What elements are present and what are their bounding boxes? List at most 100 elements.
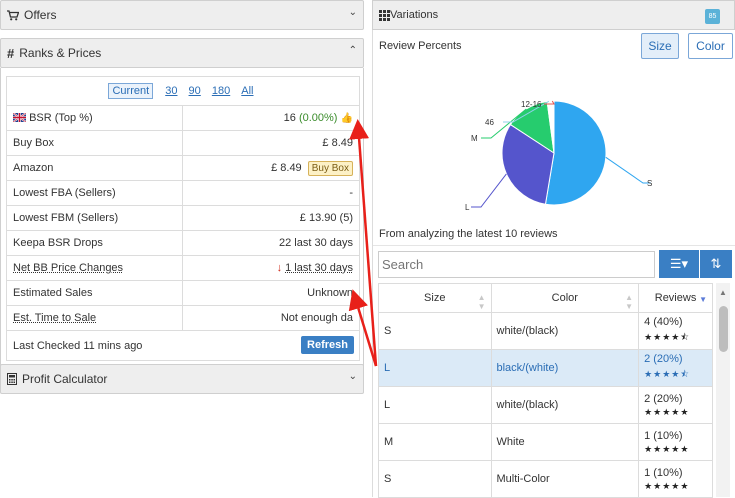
lowest-fbm-value: £ 13.90 (5) bbox=[183, 206, 360, 231]
pie-label: L bbox=[465, 203, 470, 212]
table-row[interactable]: M White 1 (10%) ★★★★★ bbox=[379, 424, 713, 461]
star-rating: ★★★★★ bbox=[644, 444, 707, 455]
bsr-drops-value: 22 last 30 days bbox=[183, 231, 360, 256]
reviews-cell: 1 (10%) bbox=[644, 467, 683, 479]
ranks-header[interactable]: # Ranks & Prices ⌃ bbox=[0, 38, 364, 68]
table-row-selected[interactable]: L black/(white) 2 (20%) ★★★★⯪ bbox=[379, 350, 713, 387]
color-cell: Multi-Color bbox=[491, 461, 639, 498]
column-reviews-label: Reviews bbox=[655, 292, 697, 304]
color-cell: white/(black) bbox=[491, 313, 639, 350]
star-rating: ★★★★⯪ bbox=[644, 367, 707, 383]
left-column: Offers ⌄ # Ranks & Prices ⌃ Current 30 9… bbox=[0, 0, 364, 497]
chevron-up-icon[interactable]: ⌃ bbox=[349, 45, 357, 56]
analyzed-note: From analyzing the latest 10 reviews bbox=[379, 228, 558, 240]
list-icon: ☰▾ bbox=[670, 256, 688, 272]
chevron-down-icon[interactable]: ⌄ bbox=[349, 371, 357, 382]
table-row: Estimated Sales Unknown bbox=[7, 281, 360, 306]
pie-label: M bbox=[471, 134, 478, 143]
period-all-link[interactable]: All bbox=[241, 85, 253, 97]
column-color-label: Color bbox=[552, 292, 578, 304]
ranks-body: Current 30 90 180 All BSR (Top %) 16 (0.… bbox=[0, 68, 364, 370]
profit-header[interactable]: Profit Calculator ⌄ bbox=[0, 364, 364, 394]
amazon-label: Amazon bbox=[7, 156, 183, 181]
arrow-down-icon: ↓ bbox=[277, 262, 283, 274]
review-percents-title: Review Percents bbox=[379, 40, 462, 52]
size-cell: L bbox=[379, 387, 492, 424]
time-to-sale-value: Not enough da bbox=[183, 306, 360, 331]
time-to-sale-label[interactable]: Est. Time to Sale bbox=[13, 312, 96, 324]
bsr-percent: (0.00%) bbox=[299, 112, 338, 124]
variations-badge: 85 bbox=[705, 9, 720, 24]
table-row: Keepa BSR Drops 22 last 30 days bbox=[7, 231, 360, 256]
period-90-link[interactable]: 90 bbox=[189, 85, 201, 97]
divider bbox=[373, 245, 735, 246]
table-row: Net BB Price Changes ↓ 1 last 30 days bbox=[7, 256, 360, 281]
pie-leader-line bbox=[606, 157, 651, 183]
variations-title: Variations bbox=[390, 9, 438, 21]
pie-label: 12-16 bbox=[521, 100, 542, 109]
offers-header[interactable]: Offers ⌄ bbox=[0, 0, 364, 30]
chevron-down-icon[interactable]: ⌄ bbox=[349, 7, 357, 18]
column-reviews[interactable]: Reviews ▼ bbox=[639, 284, 713, 313]
sort-toggle-button[interactable]: ⇅ bbox=[700, 250, 732, 278]
reviews-cell: 1 (10%) bbox=[644, 430, 683, 442]
bsr-value: 16 bbox=[284, 112, 296, 124]
offers-title: Offers bbox=[24, 8, 56, 22]
net-bb-value[interactable]: 1 last 30 days bbox=[285, 262, 353, 274]
net-bb-label[interactable]: Net BB Price Changes bbox=[13, 262, 123, 274]
variations-header[interactable]: Variations 85 bbox=[372, 0, 735, 30]
period-current-button[interactable]: Current bbox=[108, 83, 153, 99]
buybox-label: Buy Box bbox=[7, 131, 183, 156]
table-row[interactable]: L white/(black) 2 (20%) ★★★★★ bbox=[379, 387, 713, 424]
column-color[interactable]: Color ▲ ▼ bbox=[491, 284, 639, 313]
table-row: BSR (Top %) 16 (0.00%) 👍 bbox=[7, 106, 360, 131]
sort-icon: ▲ ▼ bbox=[625, 293, 633, 311]
table-row: Lowest FBM (Sellers) £ 13.90 (5) bbox=[7, 206, 360, 231]
column-menu-button[interactable]: ☰▾ bbox=[659, 250, 699, 278]
calculator-icon bbox=[7, 373, 17, 385]
sort-desc-icon: ▼ bbox=[699, 295, 707, 304]
bsr-drops-label: Keepa BSR Drops bbox=[7, 231, 183, 256]
lowest-fba-label: Lowest FBA (Sellers) bbox=[7, 181, 183, 206]
period-180-link[interactable]: 180 bbox=[212, 85, 230, 97]
period-30-link[interactable]: 30 bbox=[165, 85, 177, 97]
table-row: Amazon £ 8.49 Buy Box bbox=[7, 156, 360, 181]
table-row: Last Checked 11 mins ago Refresh bbox=[7, 331, 360, 361]
refresh-button[interactable]: Refresh bbox=[301, 336, 354, 354]
grid-icon bbox=[379, 10, 390, 21]
star-rating: ★★★★★ bbox=[644, 481, 707, 492]
thumbs-up-icon: 👍 bbox=[341, 113, 353, 124]
color-toggle-button[interactable]: Color bbox=[688, 33, 733, 59]
table-row[interactable]: S Multi-Color 1 (10%) ★★★★★ bbox=[379, 461, 713, 498]
ranks-table: Current 30 90 180 All BSR (Top %) 16 (0.… bbox=[6, 76, 360, 361]
column-size[interactable]: Size ▲ ▼ bbox=[379, 284, 492, 313]
sort-arrows-icon: ⇅ bbox=[711, 256, 722, 272]
size-cell: M bbox=[379, 424, 492, 461]
lowest-fba-value: - bbox=[183, 181, 360, 206]
reviews-cell: 4 (40%) bbox=[644, 316, 683, 328]
size-cell: S bbox=[379, 461, 492, 498]
buybox-value: £ 8.49 bbox=[183, 131, 360, 156]
variations-panel: Variations 85 Review Percents Size Color… bbox=[372, 0, 735, 497]
star-rating: ★★★★⯪ bbox=[644, 330, 707, 346]
variations-body: Review Percents Size Color S L M 46 12-16 Fr… bbox=[372, 30, 735, 497]
bsr-label: BSR (Top %) bbox=[29, 112, 93, 124]
reviews-cell: 2 (20%) bbox=[644, 353, 683, 365]
pie-leader-line bbox=[471, 174, 506, 207]
amazon-value: £ 8.49 bbox=[271, 162, 302, 174]
star-rating: ★★★★★ bbox=[644, 407, 707, 418]
ranks-title: Ranks & Prices bbox=[19, 46, 101, 60]
table-row[interactable]: S white/(black) 4 (40%) ★★★★⯪ bbox=[379, 313, 713, 350]
pie-label: S bbox=[647, 179, 652, 188]
scroll-up-icon[interactable]: ▲ bbox=[719, 288, 727, 297]
table-row: Buy Box £ 8.49 bbox=[7, 131, 360, 156]
pie-label: 46 bbox=[485, 118, 494, 127]
est-sales-value: Unknown bbox=[183, 281, 360, 306]
scrollbar-thumb[interactable] bbox=[719, 306, 728, 352]
pie-slice-S[interactable] bbox=[545, 101, 606, 205]
search-input[interactable] bbox=[378, 251, 655, 278]
last-checked-text: Last Checked 11 mins ago bbox=[13, 340, 142, 352]
color-cell: White bbox=[491, 424, 639, 461]
size-toggle-button[interactable]: Size bbox=[641, 33, 679, 59]
review-pie-chart: S L M 46 12-16 bbox=[373, 60, 735, 230]
